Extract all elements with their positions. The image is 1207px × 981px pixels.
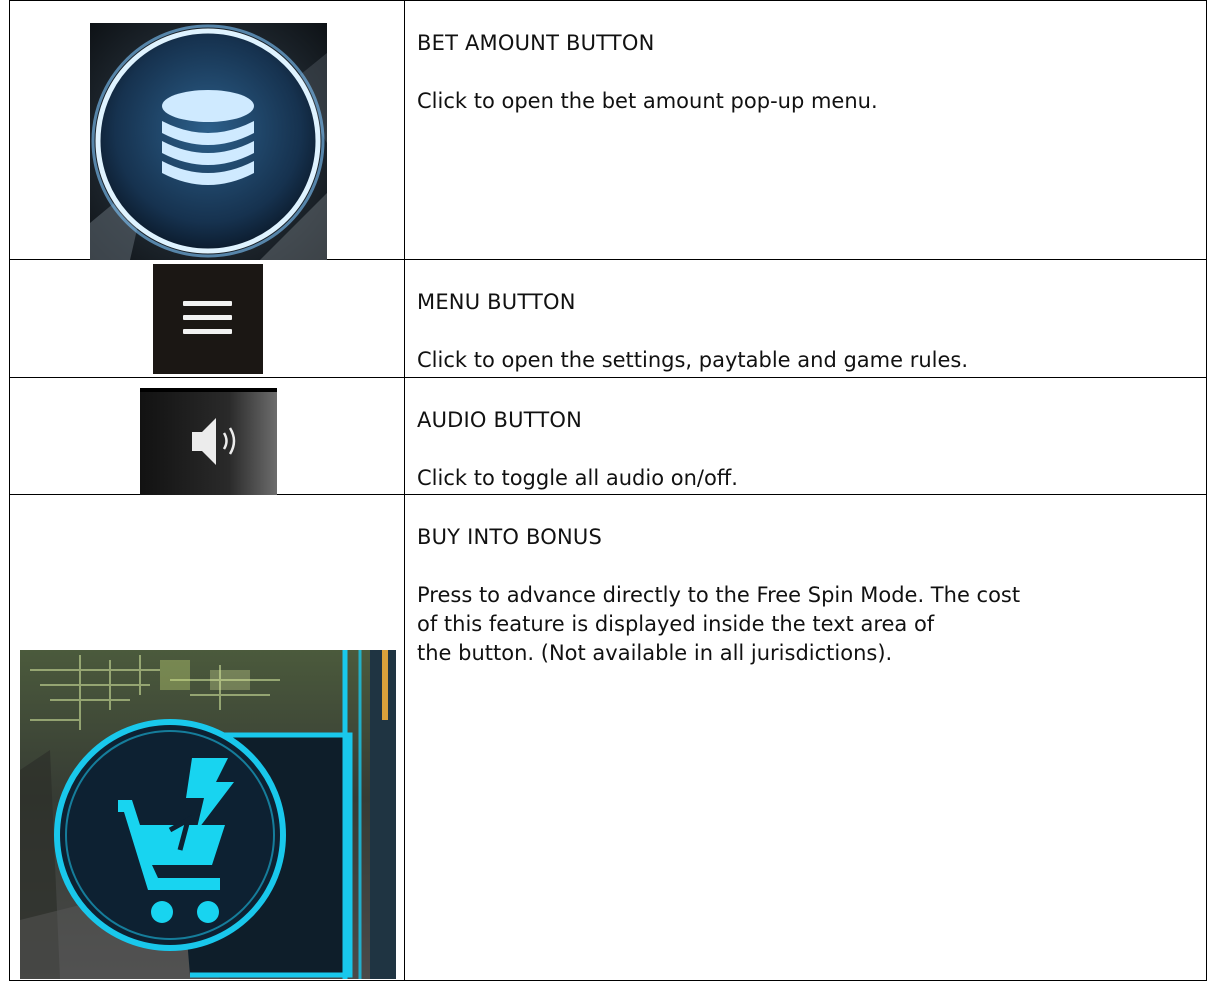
coin-stack-icon bbox=[90, 23, 327, 260]
icon-cell bbox=[9, 259, 405, 378]
menu-button-image bbox=[153, 264, 263, 374]
text-cell: BUY INTO BONUS Press to advance directly… bbox=[404, 494, 1207, 981]
icon-cell bbox=[9, 377, 405, 495]
text-cell: MENU BUTTON Click to open the settings, … bbox=[404, 259, 1207, 378]
hamburger-menu-icon bbox=[153, 264, 263, 374]
menu-description: Click to open the settings, paytable and… bbox=[417, 348, 969, 372]
audio-description: Click to toggle all audio on/off. bbox=[417, 466, 738, 490]
bet-amount-button-image bbox=[90, 23, 327, 260]
bet-amount-description: Click to open the bet amount pop-up menu… bbox=[417, 89, 878, 113]
buy-bonus-description-line: of this feature is displayed inside the … bbox=[417, 612, 935, 636]
speaker-icon bbox=[140, 388, 277, 495]
icon-cell bbox=[9, 0, 405, 260]
table-row: BUY INTO BONUS Press to advance directly… bbox=[9, 494, 1207, 981]
text-cell: BET AMOUNT BUTTON Click to open the bet … bbox=[404, 0, 1207, 260]
text-cell: AUDIO BUTTON Click to toggle all audio o… bbox=[404, 377, 1207, 495]
buy-bonus-description: Press to advance directly to the Free Sp… bbox=[417, 581, 1197, 668]
table-row: BET AMOUNT BUTTON Click to open the bet … bbox=[9, 0, 1207, 260]
buy-bonus-description-line: Press to advance directly to the Free Sp… bbox=[417, 583, 1021, 607]
audio-title: AUDIO BUTTON bbox=[417, 408, 583, 432]
table-row: AUDIO BUTTON Click to toggle all audio o… bbox=[9, 377, 1207, 495]
shopping-cart-lightning-icon bbox=[20, 650, 396, 979]
bet-amount-title: BET AMOUNT BUTTON bbox=[417, 31, 655, 55]
buy-bonus-button-image bbox=[20, 650, 396, 979]
button-reference-table: BET AMOUNT BUTTON Click to open the bet … bbox=[9, 0, 1207, 981]
icon-cell bbox=[9, 494, 405, 981]
table-row: MENU BUTTON Click to open the settings, … bbox=[9, 259, 1207, 378]
buy-bonus-description-line: the button. (Not available in all jurisd… bbox=[417, 641, 893, 665]
menu-title: MENU BUTTON bbox=[417, 290, 576, 314]
buy-bonus-title: BUY INTO BONUS bbox=[417, 525, 602, 549]
audio-button-image bbox=[140, 388, 277, 495]
